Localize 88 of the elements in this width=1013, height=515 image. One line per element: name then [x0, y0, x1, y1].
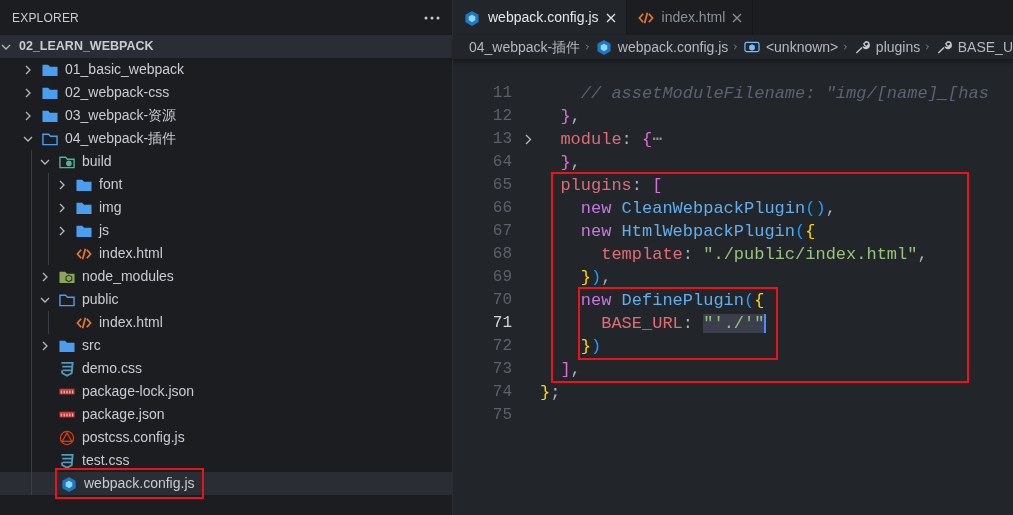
- tree-item[interactable]: font: [0, 173, 452, 196]
- chevron-right-icon[interactable]: [523, 134, 533, 145]
- tree-item[interactable]: index.html: [0, 311, 452, 334]
- tree-item[interactable]: 02_webpack-css: [0, 81, 452, 104]
- file-name: 03_webpack-资源: [65, 106, 177, 125]
- tree-item[interactable]: 01_basic_webpack: [0, 58, 452, 81]
- file-name: node_modules: [82, 267, 174, 286]
- tree-item[interactable]: node_modules: [0, 265, 452, 288]
- chevron-right-icon: [585, 42, 590, 52]
- file-name: index.html: [99, 313, 163, 332]
- line-number: 65: [492, 176, 512, 194]
- tree-item[interactable]: index.html: [0, 242, 452, 265]
- file-name: font: [99, 175, 123, 194]
- file-name: 02_webpack-css: [65, 83, 170, 102]
- line-number: 70: [492, 291, 512, 309]
- tree-item[interactable]: package.json: [0, 403, 452, 426]
- chevron-right-icon: [843, 42, 848, 52]
- code-line: },: [560, 107, 581, 126]
- cube-icon: [594, 39, 613, 55]
- chevron-right-icon: [925, 42, 930, 52]
- code-line: new CleanWebpackPlugin(),: [580, 199, 836, 218]
- tree-item[interactable]: src: [0, 334, 452, 357]
- line-number: 67: [492, 222, 512, 240]
- file-name: img: [99, 198, 122, 217]
- line-number: 73: [492, 360, 512, 378]
- file-name: demo.css: [82, 359, 142, 378]
- file-name: build: [82, 152, 112, 171]
- code-line: ],: [560, 360, 581, 379]
- file-name: 01_basic_webpack: [65, 60, 185, 79]
- line-number: 13: [492, 130, 512, 148]
- file-name: 02_LEARN_WEBPACK: [19, 38, 154, 56]
- breadcrumb-label[interactable]: <unknown>: [765, 36, 839, 58]
- line-number: 64: [492, 153, 512, 171]
- line-number: 71: [492, 314, 512, 332]
- tree-item[interactable]: 03_webpack-资源: [0, 104, 452, 127]
- code-line: };: [540, 383, 561, 402]
- line-number: 12: [492, 107, 512, 125]
- file-name: index.html: [99, 244, 163, 263]
- code-line: new HtmlWebpackPlugin({: [580, 222, 816, 241]
- line-number: 75: [492, 406, 512, 424]
- tree-item[interactable]: 04_webpack-插件: [0, 127, 452, 150]
- code-line: }),: [580, 268, 612, 287]
- file-name: public: [82, 290, 119, 309]
- triangle-circle-icon: [58, 429, 76, 446]
- line-number: 74: [492, 383, 512, 401]
- editor-tab[interactable]: webpack.config.js: [453, 0, 627, 35]
- close-icon[interactable]: [732, 12, 743, 23]
- workspace-header[interactable]: 02_LEARN_WEBPACK: [0, 35, 452, 58]
- file-name: package.json: [82, 405, 165, 424]
- line-number: 72: [492, 337, 512, 355]
- breadcrumb-item[interactable]: 04_webpack-插件: [469, 36, 581, 58]
- tree-item[interactable]: package-lock.json: [0, 380, 452, 403]
- code-line: new DefinePlugin({: [580, 291, 765, 310]
- tree-item[interactable]: img: [0, 196, 452, 219]
- line-number: 69: [492, 268, 512, 286]
- line-number: 68: [492, 245, 512, 263]
- file-name: js: [99, 221, 110, 240]
- code-line: module: {⋯: [560, 130, 663, 149]
- file-name: test.css: [82, 451, 130, 470]
- sidebar-title: EXPLORER: [12, 9, 79, 27]
- tree-item[interactable]: build: [0, 150, 452, 173]
- code-line: BASE_URL: "'./'": [601, 314, 767, 333]
- file-name: src: [82, 336, 101, 355]
- more-actions-icon[interactable]: [424, 15, 440, 20]
- file-name: postcss.config.js: [82, 428, 185, 447]
- stacked-lines-icon: [58, 360, 76, 377]
- code-line: },: [560, 153, 581, 172]
- code-line: // assetModuleFilename: "img/[name]_[has: [580, 84, 989, 103]
- tree-item[interactable]: demo.css: [0, 357, 452, 380]
- cube-icon: [463, 9, 481, 26]
- tree-item[interactable]: js: [0, 219, 452, 242]
- file-name: webpack.config.js: [84, 474, 195, 493]
- breadcrumb-label[interactable]: BASE_U: [957, 36, 1013, 58]
- tree-item[interactable]: postcss.config.js: [0, 426, 452, 449]
- code-line: plugins: [: [560, 176, 663, 195]
- tree-item[interactable]: public: [0, 288, 452, 311]
- cube-icon: [60, 475, 78, 492]
- file-name: package-lock.json: [82, 382, 195, 401]
- breadcrumb-label[interactable]: plugins: [875, 36, 921, 58]
- chevron-right-icon: [733, 42, 738, 52]
- code-line: template: "./public/index.html",: [601, 245, 928, 264]
- stacked-lines-icon: [58, 452, 76, 469]
- line-number: 66: [492, 199, 512, 217]
- tree-item[interactable]: test.css: [0, 449, 452, 472]
- line-number: 11: [492, 84, 512, 102]
- file-name: 04_webpack-插件: [65, 129, 177, 148]
- breadcrumb-label[interactable]: webpack.config.js: [617, 36, 729, 58]
- code-line: }): [580, 337, 602, 356]
